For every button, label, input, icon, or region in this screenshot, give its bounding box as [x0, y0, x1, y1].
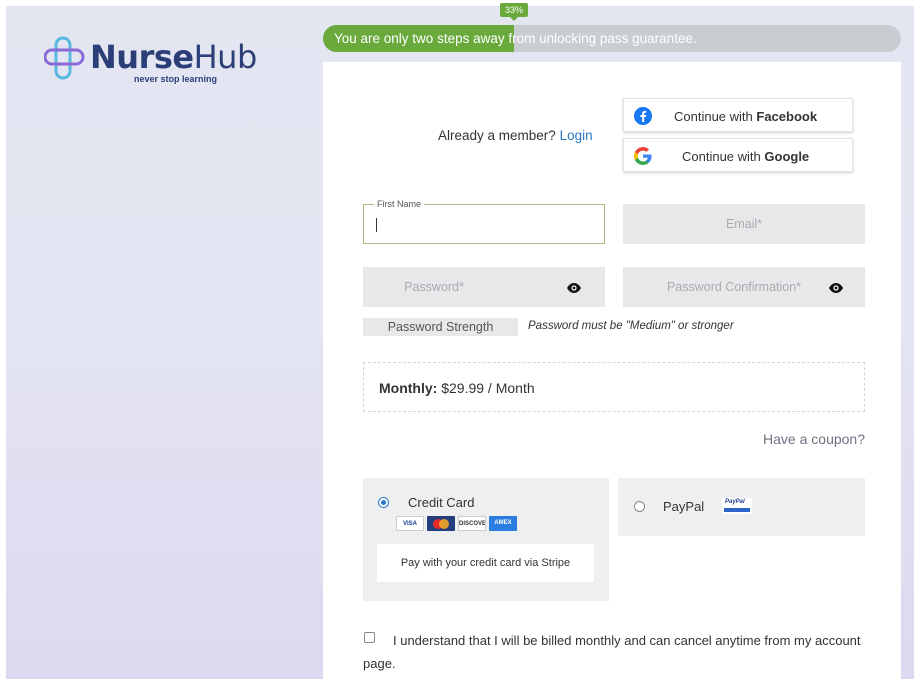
brand-name: NurseHub [90, 38, 257, 76]
facebook-button-label: Continue with Facebook [674, 109, 818, 124]
have-coupon-link[interactable]: Have a coupon? [763, 431, 865, 447]
paypal-label: PayPal [663, 499, 705, 514]
password-field[interactable]: Password* [363, 267, 605, 307]
password-placeholder: Password* [404, 280, 464, 294]
password-confirmation-field[interactable]: Password Confirmation* [623, 267, 865, 307]
amex-logo-icon: AMEX [489, 516, 517, 531]
card-brand-logos: VISA DISCOVER AMEX [396, 516, 517, 531]
brand-tagline: never stop learning [134, 74, 218, 84]
plan-summary: Monthly: $29.99 / Month [363, 362, 865, 412]
mastercard-logo-icon [427, 516, 455, 531]
signup-card: Already a member? Login Continue with Fa… [323, 62, 901, 679]
first-name-field[interactable]: First Name [363, 199, 605, 244]
stripe-description: Pay with your credit card via Stripe [377, 544, 594, 582]
password-confirmation-placeholder: Password Confirmation* [666, 280, 802, 294]
already-member-prompt: Already a member? Login [438, 128, 593, 143]
paypal-logo-icon: PayPal [722, 498, 752, 514]
google-icon [634, 147, 652, 165]
plan-price: Monthly: $29.99 / Month [379, 380, 535, 396]
eye-icon[interactable] [567, 282, 581, 294]
credit-card-radio[interactable] [378, 497, 389, 508]
paypal-radio[interactable] [634, 501, 645, 512]
continue-with-google-button[interactable]: Continue with Google [623, 138, 853, 172]
visa-logo-icon: VISA [396, 516, 424, 531]
payment-option-paypal[interactable]: PayPal PayPal [618, 478, 865, 536]
eye-icon[interactable] [829, 282, 843, 294]
progress-percent-badge: 33% [500, 3, 529, 21]
signup-progress-bar: You are only two steps away from unlocki… [323, 25, 901, 52]
progress-message: You are only two steps away from unlocki… [334, 31, 697, 46]
first-name-label: First Name [374, 199, 425, 209]
terms-text: I understand that I will be billed month… [363, 633, 861, 671]
password-strength-indicator: Password Strength [363, 318, 518, 336]
nursehub-logo-icon [44, 36, 85, 80]
payment-option-credit-card[interactable]: Credit Card VISA DISCOVER AMEX Pay with … [363, 478, 609, 601]
facebook-icon [634, 107, 652, 125]
email-placeholder: Email* [725, 217, 763, 231]
google-button-label: Continue with Google [682, 149, 810, 164]
text-cursor [376, 218, 377, 232]
credit-card-label: Credit Card [408, 495, 475, 510]
login-link[interactable]: Login [560, 128, 593, 143]
password-strength-note: Password must be "Medium" or stronger [528, 320, 734, 332]
continue-with-facebook-button[interactable]: Continue with Facebook [623, 98, 853, 132]
email-field[interactable]: Email* [623, 204, 865, 244]
discover-logo-icon: DISCOVER [458, 516, 486, 531]
